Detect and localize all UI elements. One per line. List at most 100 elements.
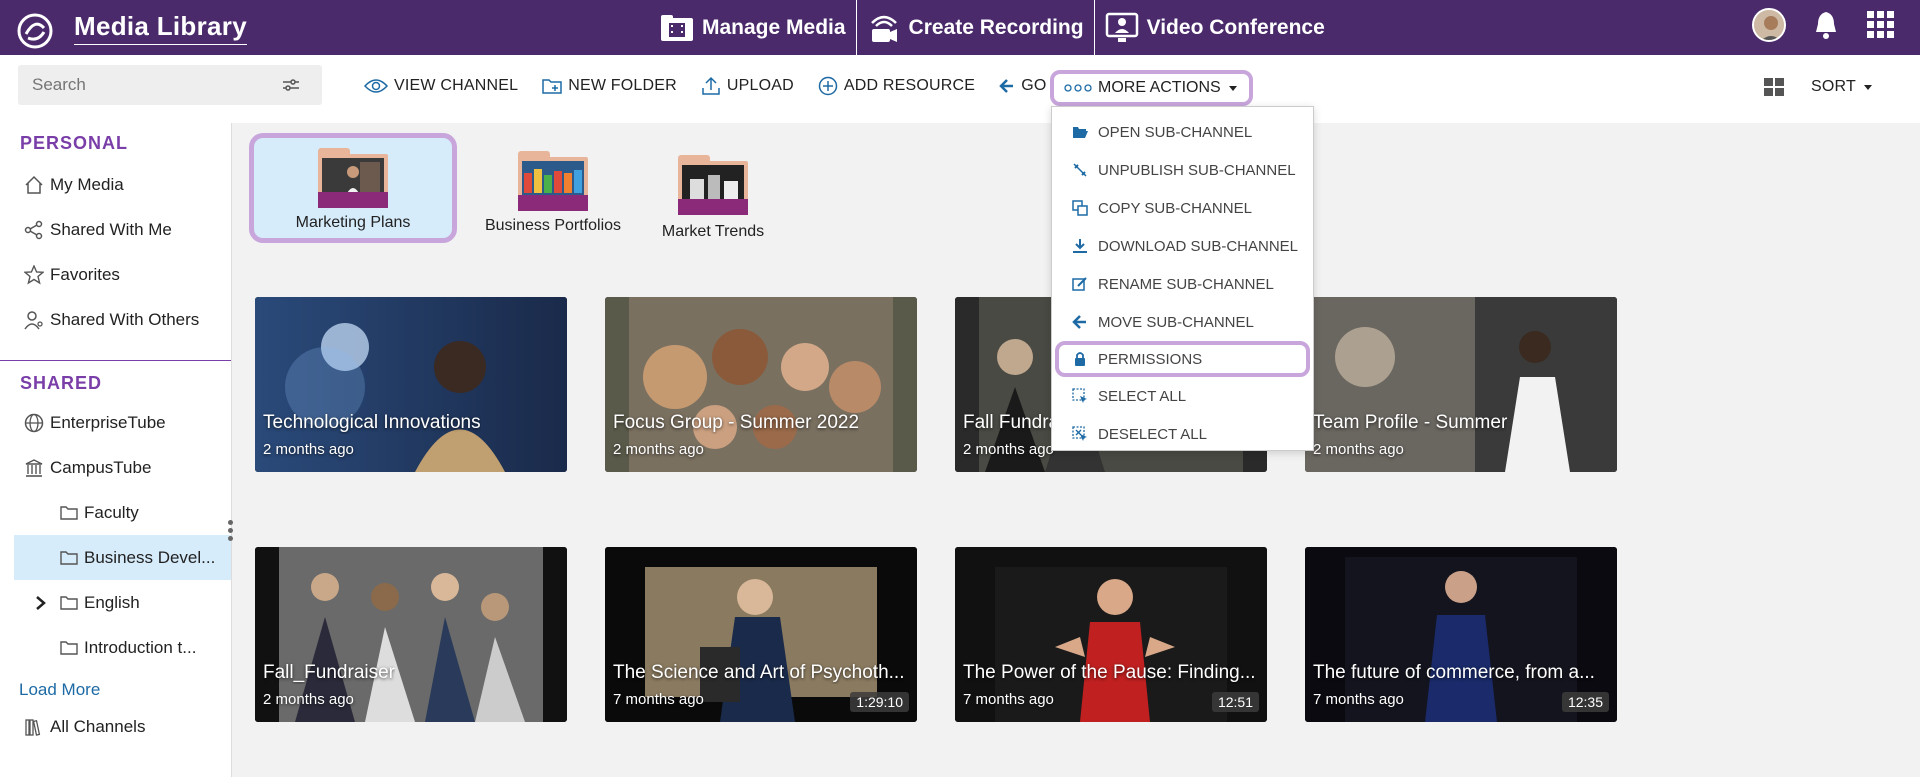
- menu-item-move-sub-channel[interactable]: MOVE SUB-CHANNEL: [1052, 303, 1313, 341]
- toolbar-actions: VIEW CHANNEL NEW FOLDER UPLOAD ADD RESOU…: [364, 76, 1096, 96]
- nav-video-conference[interactable]: Video Conference: [1095, 0, 1335, 55]
- nav-label: Create Recording: [908, 15, 1084, 39]
- menu-item-select-all[interactable]: SELECT ALL: [1052, 377, 1313, 415]
- view-sort-controls: SORT: [1763, 77, 1874, 97]
- video-duration: 12:35: [1561, 692, 1609, 712]
- folder-label: Market Trends: [661, 223, 765, 240]
- folder-icon: [518, 151, 588, 211]
- download-icon: [1073, 239, 1087, 253]
- sidebar-item-label: Shared With Others: [50, 309, 200, 329]
- sidebar-item-label: CampusTube: [50, 457, 152, 477]
- nav-create-recording[interactable]: Create Recording: [857, 0, 1095, 55]
- sidebar-item-label: Business Devel...: [84, 547, 216, 567]
- sidebar-item-enterprisetube[interactable]: EnterpriseTube: [0, 400, 231, 445]
- video-title: The future of commerce, from a...: [1313, 662, 1595, 683]
- video-title: Fall_Fundraiser: [263, 662, 395, 683]
- video-age: 7 months ago: [613, 691, 704, 708]
- notification-bell-icon[interactable]: [1812, 10, 1840, 40]
- home-icon: [25, 175, 43, 194]
- building-icon: [25, 458, 43, 477]
- sidebar-item-english[interactable]: English: [0, 580, 231, 625]
- menu-item-label: PERMISSIONS: [1098, 350, 1203, 368]
- search-box[interactable]: [18, 65, 322, 105]
- video-title: Focus Group - Summer 2022: [613, 412, 860, 433]
- edit-icon: [1072, 277, 1087, 291]
- video-duration: 1:29:10: [850, 692, 909, 712]
- sidebar-item-business-development[interactable]: Business Devel...: [14, 535, 231, 580]
- video-card[interactable]: Technological Innovations 2 months ago: [255, 297, 567, 472]
- more-actions-label: MORE ACTIONS: [1098, 79, 1221, 96]
- folder-icon: [60, 595, 78, 610]
- view-channel-button[interactable]: VIEW CHANNEL: [364, 77, 518, 95]
- video-age: 2 months ago: [263, 691, 354, 708]
- folder-label: Marketing Plans: [295, 214, 411, 231]
- upload-icon: [702, 76, 720, 95]
- folder-market-trends[interactable]: Market Trends: [653, 151, 773, 241]
- menu-item-copy-sub-channel[interactable]: COPY SUB-CHANNEL: [1052, 189, 1313, 227]
- new-folder-icon: [542, 79, 562, 94]
- video-card[interactable]: The Power of the Pause: Finding... 7 mon…: [955, 547, 1267, 722]
- chevron-right-icon[interactable]: [34, 595, 48, 611]
- sidebar-item-all-channels[interactable]: All Channels: [0, 710, 231, 744]
- view-channel-label: VIEW CHANNEL: [394, 77, 519, 94]
- video-age: 7 months ago: [1313, 691, 1404, 708]
- upload-button[interactable]: UPLOAD: [701, 76, 794, 96]
- video-title: Technological Innovations: [263, 412, 481, 433]
- more-actions-menu: OPEN SUB-CHANNEL UNPUBLISH SUB-CHANNEL C…: [1051, 106, 1314, 451]
- top-right-controls: [1752, 8, 1896, 42]
- folder-marketing-plans[interactable]: Marketing Plans: [249, 133, 457, 243]
- menu-item-rename-sub-channel[interactable]: RENAME SUB-CHANNEL: [1052, 265, 1313, 303]
- menu-item-deselect-all[interactable]: DESELECT ALL: [1052, 415, 1313, 453]
- app-logo-icon[interactable]: [16, 12, 54, 50]
- eye-icon: [364, 79, 388, 93]
- video-title: The Science and Art of Psychoth...: [613, 662, 905, 683]
- menu-item-label: OPEN SUB-CHANNEL: [1098, 123, 1253, 141]
- nav-manage-media[interactable]: Manage Media: [650, 0, 857, 55]
- sidebar-item-label: EnterpriseTube: [50, 412, 166, 432]
- video-card[interactable]: Team Profile - Summer 2 months ago: [1305, 297, 1617, 472]
- app-title[interactable]: Media Library: [74, 11, 247, 45]
- add-resource-button[interactable]: ADD RESOURCE: [818, 76, 975, 96]
- folder-business-portfolios[interactable]: Business Portfolios: [473, 151, 633, 235]
- sidebar-item-faculty[interactable]: Faculty: [0, 490, 231, 535]
- new-folder-button[interactable]: NEW FOLDER: [542, 77, 677, 95]
- video-card[interactable]: The future of commerce, from a... 7 mont…: [1305, 547, 1617, 722]
- menu-item-label: SELECT ALL: [1098, 387, 1187, 405]
- sort-button[interactable]: SORT: [1811, 78, 1874, 96]
- folder-icon: [60, 640, 78, 655]
- library-icon: [25, 719, 41, 736]
- arrow-left-icon: [999, 79, 1014, 93]
- menu-item-label: DESELECT ALL: [1098, 425, 1207, 443]
- search-input[interactable]: [32, 75, 282, 95]
- sidebar-item-shared-with-others[interactable]: Shared With Others: [0, 297, 231, 342]
- menu-item-permissions[interactable]: PERMISSIONS: [1055, 341, 1310, 377]
- video-age: 2 months ago: [613, 441, 704, 458]
- video-conference-icon: [1105, 11, 1139, 45]
- top-nav: Manage Media Create Recording Video Conf…: [650, 0, 1335, 55]
- menu-item-open-sub-channel[interactable]: OPEN SUB-CHANNEL: [1052, 113, 1313, 151]
- sidebar-item-favorites[interactable]: Favorites: [0, 252, 231, 297]
- sidebar-item-my-media[interactable]: My Media: [0, 162, 231, 207]
- personal-heading: PERSONAL: [20, 133, 129, 153]
- menu-item-label: RENAME SUB-CHANNEL: [1098, 275, 1274, 293]
- folder-icon: [678, 155, 748, 215]
- menu-item-unpublish-sub-channel[interactable]: UNPUBLISH SUB-CHANNEL: [1052, 151, 1313, 189]
- lock-icon: [1075, 352, 1085, 366]
- menu-item-download-sub-channel[interactable]: DOWNLOAD SUB-CHANNEL: [1052, 227, 1313, 265]
- filter-sliders-icon[interactable]: [282, 77, 300, 93]
- video-age: 7 months ago: [963, 691, 1054, 708]
- user-avatar[interactable]: [1752, 8, 1786, 42]
- sidebar-item-campustube[interactable]: CampusTube: [0, 445, 231, 490]
- grid-view-icon[interactable]: [1763, 77, 1785, 97]
- sidebar-item-label: Favorites: [50, 264, 120, 284]
- app-grid-icon[interactable]: [1866, 10, 1896, 40]
- folder-film-icon: [660, 11, 694, 45]
- sidebar-item-introduction[interactable]: Introduction t...: [0, 625, 231, 670]
- video-card[interactable]: The Science and Art of Psychoth... 7 mon…: [605, 547, 917, 722]
- sidebar-item-shared-with-me[interactable]: Shared With Me: [0, 207, 231, 252]
- load-more-link[interactable]: Load More: [0, 670, 231, 710]
- video-card[interactable]: Fall_Fundraiser 2 months ago: [255, 547, 567, 722]
- more-actions-button[interactable]: MORE ACTIONS: [1050, 70, 1253, 106]
- video-card[interactable]: Focus Group - Summer 2022 2 months ago: [605, 297, 917, 472]
- caret-down-icon: [1864, 85, 1872, 90]
